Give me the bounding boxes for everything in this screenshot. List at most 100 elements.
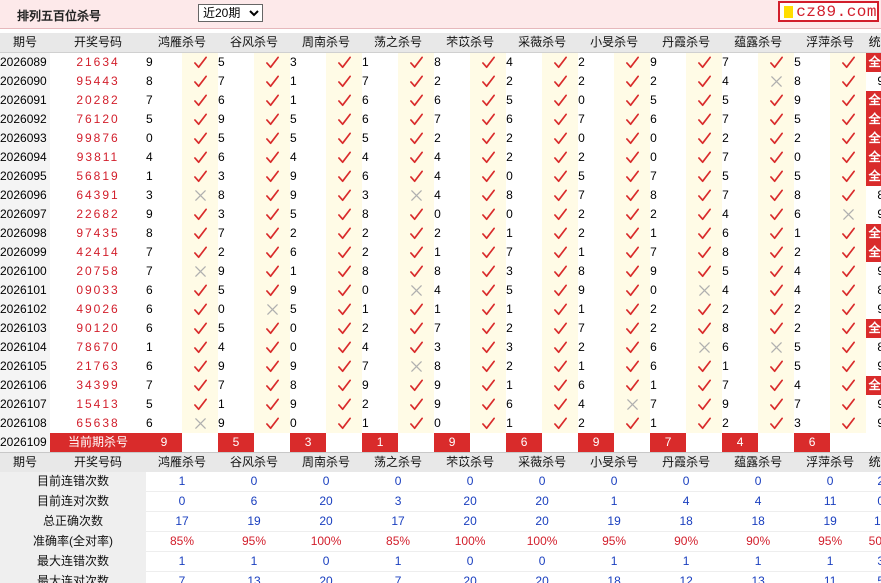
kill-digit-cell: 1 <box>362 414 399 433</box>
kill-digit-cell: 2 <box>794 129 831 148</box>
summary-value: 20 <box>290 571 363 583</box>
summary-value: 1 <box>578 551 651 572</box>
kill-digit-cell: 2 <box>650 319 687 338</box>
check-icon <box>254 72 291 91</box>
draw-number-cell: 65638 <box>50 414 146 433</box>
summary-row: 最大连错次数11010011113 <box>0 551 881 572</box>
summary-value: 20 <box>434 491 507 512</box>
kill-digit-cell: 5 <box>794 338 831 357</box>
stat-cell: 9 <box>866 395 881 414</box>
summary-value: 11 <box>794 571 867 583</box>
summary-value: 7 <box>146 571 219 583</box>
kill-digit-cell: 4 <box>794 262 831 281</box>
check-icon <box>758 110 795 129</box>
cross-icon <box>758 338 795 357</box>
kill-digit-cell: 7 <box>578 186 615 205</box>
kill-digit-cell: 1 <box>722 357 759 376</box>
check-icon <box>830 72 867 91</box>
check-icon <box>398 262 435 281</box>
col-header-stats: 统计 <box>866 452 881 472</box>
check-icon <box>686 52 723 72</box>
check-icon <box>470 52 507 72</box>
kill-digit-cell: 8 <box>794 186 831 205</box>
kill-digit-cell: 0 <box>650 129 687 148</box>
summary-value: 20 <box>506 491 579 512</box>
all-correct-badge: 全对 <box>866 319 881 338</box>
check-icon <box>542 186 579 205</box>
kill-digit-cell: 0 <box>290 319 327 338</box>
summary-value: 0 <box>146 491 219 512</box>
summary-value: 1 <box>218 551 291 572</box>
check-icon <box>326 319 363 338</box>
kill-digit-cell: 2 <box>506 148 543 167</box>
stat-cell: 9 <box>866 262 881 281</box>
kill-digit-cell: 0 <box>650 281 687 300</box>
check-icon <box>326 224 363 243</box>
check-icon <box>542 319 579 338</box>
check-icon <box>686 186 723 205</box>
check-icon <box>614 262 651 281</box>
kill-digit-cell: 4 <box>146 148 182 167</box>
kill-digit-cell: 2 <box>362 319 399 338</box>
kill-digit-cell: 1 <box>650 376 687 395</box>
kill-digit-cell: 7 <box>722 52 759 72</box>
draw-number-cell: 20282 <box>50 91 146 110</box>
current-kill-digit: 4 <box>722 433 759 453</box>
kill-digit-cell: 7 <box>146 243 182 262</box>
draw-number-cell: 21634 <box>50 52 146 72</box>
site-logo[interactable]: cz89.com <box>778 1 879 22</box>
kill-digit-cell: 6 <box>146 414 182 433</box>
check-icon <box>614 376 651 395</box>
summary-label: 目前连错次数 <box>0 472 146 492</box>
stat-cell: 9 <box>866 300 881 319</box>
current-kill-label: 当前期杀号 <box>50 433 146 453</box>
summary-value: 0 <box>434 551 507 572</box>
kill-digit-cell: 7 <box>146 91 182 110</box>
summary-value: 19 <box>578 511 651 532</box>
period-cell: 2026094 <box>0 148 50 167</box>
col-header-killer: 芣苡杀号 <box>434 452 507 472</box>
summary-value: 4 <box>650 491 723 512</box>
check-icon <box>470 338 507 357</box>
check-icon <box>686 91 723 110</box>
kill-digit-cell: 0 <box>290 414 327 433</box>
check-icon <box>686 376 723 395</box>
summary-value: 13 <box>218 571 291 583</box>
kill-digit-cell: 8 <box>146 72 182 91</box>
summary-row: 总正确次数1719201720201918181910 <box>0 511 881 532</box>
check-icon <box>470 129 507 148</box>
cross-icon <box>398 281 435 300</box>
kill-digit-cell: 5 <box>506 91 543 110</box>
kill-digit-cell: 7 <box>578 319 615 338</box>
check-icon <box>398 72 435 91</box>
check-icon <box>470 262 507 281</box>
kill-digit-cell: 7 <box>218 376 255 395</box>
summary-value: 20 <box>506 511 579 532</box>
check-icon <box>830 148 867 167</box>
kill-digit-cell: 5 <box>146 395 182 414</box>
table-row: 2026104 78670 1 4 0 4 3 3 2 6 6 5 8 <box>0 338 881 357</box>
cross-icon <box>758 72 795 91</box>
kill-digit-cell: 3 <box>794 414 831 433</box>
check-icon <box>614 357 651 376</box>
kill-digit-cell: 1 <box>218 395 255 414</box>
period-range-select[interactable]: 近20期 <box>198 4 263 22</box>
kill-digit-cell: 9 <box>578 281 615 300</box>
draw-number-cell: 93811 <box>50 148 146 167</box>
kill-digit-cell: 1 <box>434 243 471 262</box>
current-gap-cell <box>470 433 507 453</box>
col-header-killer: 采薇杀号 <box>506 452 579 472</box>
check-icon <box>398 91 435 110</box>
check-icon <box>830 186 867 205</box>
current-gap-cell <box>686 433 723 453</box>
check-icon <box>542 262 579 281</box>
col-header-killer: 鸿雁杀号 <box>146 452 219 472</box>
kill-digit-cell: 7 <box>578 110 615 129</box>
table-row: 2026102 49026 6 0 5 1 1 1 1 2 2 2 9 <box>0 300 881 319</box>
kill-digit-cell: 6 <box>362 91 399 110</box>
kill-digit-cell: 7 <box>218 72 255 91</box>
kill-digit-cell: 4 <box>434 148 471 167</box>
summary-value: 0 <box>506 551 579 572</box>
kill-digit-cell: 0 <box>506 167 543 186</box>
all-correct-badge: 全对 <box>866 148 881 167</box>
